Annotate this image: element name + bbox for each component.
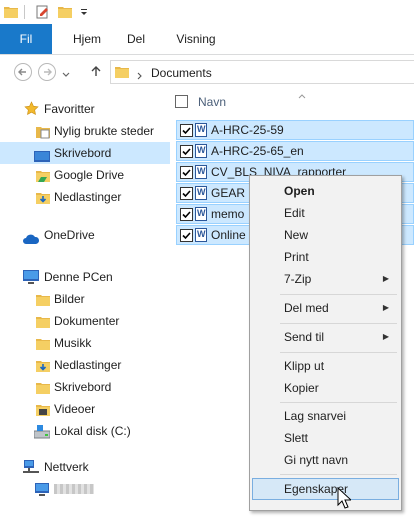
nav-recent-places[interactable]: Nylig brukte steder <box>0 120 170 142</box>
word-document-icon <box>195 228 207 242</box>
breadcrumb-chevron-icon[interactable] <box>137 69 142 83</box>
drive-icon <box>33 424 51 446</box>
properties-icon[interactable] <box>36 5 50 19</box>
menu-item-open[interactable]: Open <box>252 180 399 202</box>
nav-network[interactable]: Nettverk <box>0 456 170 478</box>
menu-item-create-shortcut[interactable]: Lag snarvei <box>252 405 399 427</box>
customize-dropdown-icon[interactable] <box>80 5 88 19</box>
file-name: A-HRC-25-65_en <box>211 144 304 158</box>
menu-item-print[interactable]: Print <box>252 246 399 268</box>
nav-network-computer[interactable] <box>0 478 170 500</box>
context-menu: Open Edit New Print 7-Zip ▶ Del med ▶ Send… <box>249 175 402 511</box>
menu-separator <box>280 323 397 324</box>
up-arrow-icon[interactable] <box>90 65 102 80</box>
nav-favorites[interactable]: Favoritter <box>0 98 170 120</box>
menu-item-delete[interactable]: Slett <box>252 427 399 449</box>
submenu-arrow-icon: ▶ <box>382 274 389 283</box>
mouse-cursor-icon <box>337 486 353 512</box>
navigation-pane: Favoritter Nylig brukte steder Skrivebor… <box>0 90 170 521</box>
menu-item-edit[interactable]: Edit <box>252 202 399 224</box>
submenu-arrow-icon: ▶ <box>382 303 389 312</box>
word-document-icon <box>195 144 207 158</box>
ribbon-tabs: Fil Hjem Del Visning <box>0 24 414 55</box>
row-checkbox[interactable] <box>180 166 193 179</box>
submenu-arrow-icon: ▶ <box>382 332 389 341</box>
menu-item-new[interactable]: New <box>252 224 399 246</box>
nav-onedrive[interactable]: OneDrive <box>0 224 170 246</box>
nav-pc-downloads[interactable]: Nedlastinger <box>0 354 170 376</box>
downloads-folder-icon <box>36 190 50 212</box>
row-checkbox[interactable] <box>180 187 193 200</box>
menu-item-rename[interactable]: Gi nytt navn <box>252 449 399 471</box>
navigation-bar: Documents <box>0 55 414 87</box>
nav-pc-desktop[interactable]: Skrivebord <box>0 376 170 398</box>
quick-access-toolbar <box>0 0 414 24</box>
computer-icon <box>34 482 50 504</box>
sort-chevron-icon <box>298 88 306 102</box>
word-document-icon <box>195 165 207 179</box>
column-header-name[interactable]: Navn <box>198 95 226 109</box>
folder-icon[interactable] <box>4 5 18 19</box>
file-name: memo <box>211 207 245 221</box>
word-document-icon <box>195 186 207 200</box>
select-all-checkbox[interactable] <box>175 95 188 108</box>
nav-music[interactable]: Musikk <box>0 332 170 354</box>
menu-item-properties[interactable]: Egenskaper <box>252 478 399 500</box>
menu-item-copy[interactable]: Kopier <box>252 377 399 399</box>
row-checkbox[interactable] <box>180 145 193 158</box>
menu-separator <box>280 474 397 475</box>
row-checkbox[interactable] <box>180 229 193 242</box>
new-folder-icon[interactable] <box>58 5 72 19</box>
toolbar-divider <box>24 5 25 19</box>
tab-share[interactable]: Del <box>118 24 154 54</box>
nav-this-pc[interactable]: Denne PCen <box>0 266 170 288</box>
menu-separator <box>280 294 397 295</box>
folder-icon <box>115 65 129 81</box>
breadcrumb-documents[interactable]: Documents <box>151 66 212 80</box>
forward-button[interactable] <box>38 63 56 81</box>
tab-file[interactable]: Fil <box>0 24 52 54</box>
nav-downloads[interactable]: Nedlastinger <box>0 186 170 208</box>
file-name: Online <box>211 228 246 242</box>
menu-item-cut[interactable]: Klipp ut <box>252 355 399 377</box>
menu-item-7zip[interactable]: 7-Zip ▶ <box>252 268 399 290</box>
nav-desktop[interactable]: Skrivebord <box>0 142 170 164</box>
tab-home[interactable]: Hjem <box>62 24 112 54</box>
tab-view[interactable]: Visning <box>166 24 226 54</box>
file-row[interactable]: A-HRC-25-59 <box>176 120 414 140</box>
cloud-icon <box>22 230 40 252</box>
row-checkbox[interactable] <box>180 124 193 137</box>
address-bar[interactable]: Documents <box>110 60 414 84</box>
back-button[interactable] <box>14 63 32 81</box>
row-checkbox[interactable] <box>180 208 193 221</box>
word-document-icon <box>195 207 207 221</box>
word-document-icon <box>195 123 207 137</box>
file-row[interactable]: A-HRC-25-65_en <box>176 141 414 161</box>
menu-item-share-with[interactable]: Del med ▶ <box>252 297 399 319</box>
nav-documents[interactable]: Dokumenter <box>0 310 170 332</box>
menu-separator <box>280 352 397 353</box>
nav-pictures[interactable]: Bilder <box>0 288 170 310</box>
file-name: A-HRC-25-59 <box>211 123 284 137</box>
menu-separator <box>280 402 397 403</box>
menu-item-send-to[interactable]: Send til ▶ <box>252 326 399 348</box>
file-name: GEAR <box>211 186 246 200</box>
nav-local-disk[interactable]: Lokal disk (C:) <box>0 420 170 442</box>
blurred-computer-name <box>54 484 94 494</box>
nav-videos[interactable]: Videoer <box>0 398 170 420</box>
nav-google-drive[interactable]: Google Drive <box>0 164 170 186</box>
recent-locations-chevron-icon[interactable] <box>62 67 70 81</box>
